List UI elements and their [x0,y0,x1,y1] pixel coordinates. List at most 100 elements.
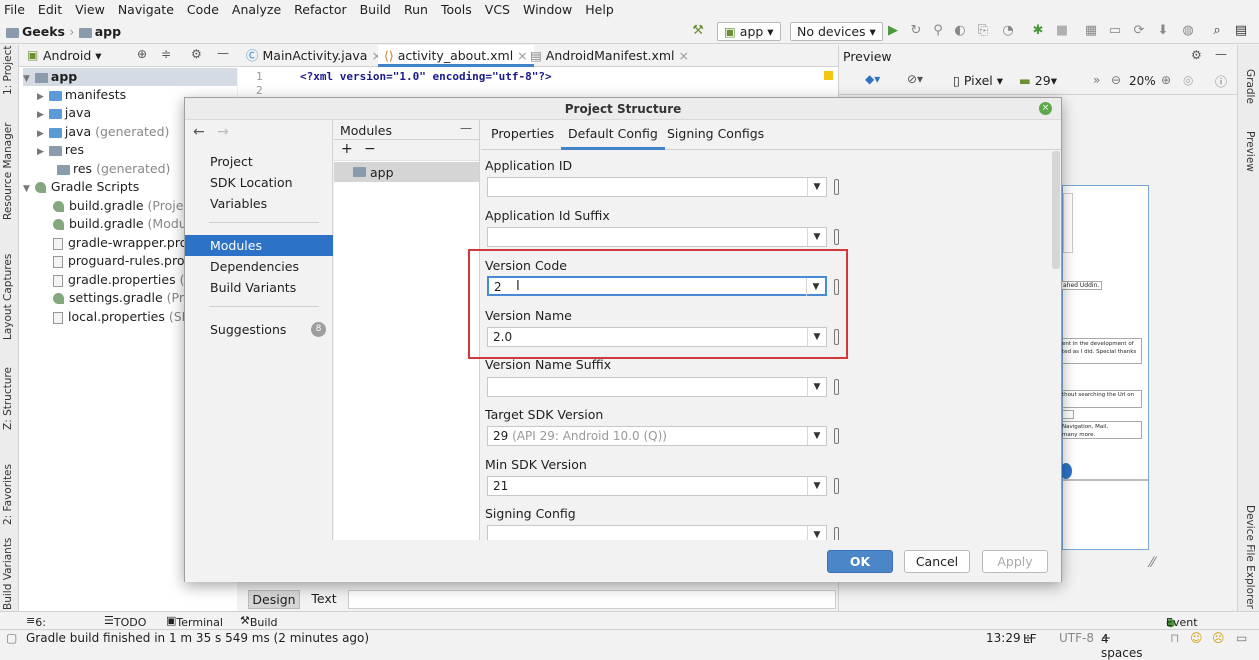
bracket-icon[interactable] [834,478,839,494]
tool-terminal[interactable]: ▣ Terminal [166,614,223,629]
tool-favorites[interactable]: 2: Favorites [2,464,14,525]
chevron-down-icon[interactable]: ▼ [807,427,826,445]
sdk-manager-icon[interactable]: ⬇ [1155,23,1171,39]
collapse-icon[interactable]: ≑ [161,47,171,61]
tab-signing-configs[interactable]: Signing Configs [660,120,771,150]
bracket-icon[interactable] [834,229,839,245]
tree-item-manifests[interactable]: ▶ manifests [37,86,126,104]
forward-arrow-icon[interactable]: → [217,124,229,140]
chevron-down-icon[interactable]: ▼ [807,178,826,196]
tool-logcat[interactable]: ≡ 6: Logcat [26,614,72,642]
bracket-icon[interactable] [834,428,839,444]
tree-item-java-generated[interactable]: ▶ java (generated) [37,123,169,141]
remove-icon[interactable]: − [364,141,376,157]
menu-vcs[interactable]: VCS [485,2,510,17]
device-select[interactable]: ▯ Pixel ▾ [953,73,1003,88]
tab-android-manifest[interactable]: ▤ AndroidManifest.xml × [524,45,695,67]
frown-icon[interactable]: ☹ [1212,631,1225,645]
tool-layout-captures[interactable]: Layout Captures [2,254,14,340]
chevron-down-icon[interactable]: ▼ [807,477,826,495]
layers-icon[interactable]: ◆▾ [865,72,880,86]
application-id-field[interactable]: ▼ [487,177,827,197]
back-arrow-icon[interactable]: ← [193,124,205,140]
tree-item-local-properties[interactable]: local.properties (SDK [53,308,200,326]
tree-item-build-gradle-module[interactable]: build.gradle (Module [53,215,198,233]
orientation-icon[interactable]: ⊘▾ [907,72,923,86]
menu-refactor[interactable]: Refactor [294,2,346,17]
chevron-down-icon[interactable]: ▼ [807,378,826,396]
bug-icon[interactable]: ✱ [1030,23,1046,39]
tool-resource-manager[interactable]: Resource Manager [2,122,14,220]
cancel-button[interactable]: Cancel [904,550,970,573]
bracket-icon[interactable] [834,179,839,195]
close-icon[interactable]: × [678,48,688,63]
tab-activity-about[interactable]: ⟨⟩ activity_about.xml × [378,45,534,67]
menu-window[interactable]: Window [523,2,572,17]
locate-icon[interactable]: ⊕ [137,47,147,61]
coverage-icon[interactable]: ◔ [1000,23,1016,39]
nav-sdk-location[interactable]: SDK Location [185,172,333,193]
api-select[interactable]: ▬ 29▾ [1019,73,1057,88]
tab-text[interactable]: Text [302,590,346,609]
menu-file[interactable]: File [4,2,25,17]
zoom-fit-icon[interactable]: ◎ [1183,73,1193,87]
gear-icon[interactable]: ⚙ [191,47,202,61]
tool-build-variants[interactable]: Build Variants [2,538,14,610]
chevron-down-icon[interactable]: ▼ [807,526,826,540]
minimize-icon[interactable]: — [1215,47,1227,61]
more-icon[interactable]: » [1093,73,1100,87]
nav-project[interactable]: Project [185,151,333,172]
menu-code[interactable]: Code [187,2,219,17]
tree-item-gradle-properties[interactable]: gradle.properties (Pr [53,271,197,289]
caret-position[interactable]: 13:29 [986,631,1021,645]
zoom-out-icon[interactable]: ⊖ [1111,73,1121,87]
breadcrumb-module[interactable]: app [95,24,121,39]
menu-navigate[interactable]: Navigate [118,2,174,17]
min-sdk-field[interactable]: 21 ▼ [487,476,827,496]
assistant-icon[interactable]: ▤ [1233,23,1249,39]
tree-item-gradle-scripts[interactable]: ▼ Gradle Scripts [23,178,139,196]
avd-manager-icon[interactable]: ▭ [1107,23,1123,39]
version-name-suffix-field[interactable]: ▼ [487,377,827,397]
nav-modules[interactable]: Modules [185,235,333,256]
menu-analyze[interactable]: Analyze [232,2,281,17]
scrollbar[interactable] [1052,151,1060,269]
tool-todo[interactable]: ☰ TODO [104,614,146,629]
layout-inspector-icon[interactable]: ◍ [1180,23,1196,39]
bracket-icon[interactable] [834,527,839,540]
run-config-select[interactable]: ▣ app ▾ [717,22,781,41]
tree-item-settings-gradle[interactable]: settings.gradle (Proje [53,289,203,307]
stop-icon[interactable]: ■ [1054,23,1070,39]
lock-icon[interactable]: ⊓ [1170,631,1179,645]
search-icon[interactable]: ⌕ [1209,23,1225,39]
resize-handle-icon[interactable]: ⁄⁄ [1150,555,1155,571]
attach-debugger-icon[interactable]: ⎘ [975,23,991,39]
code-editor[interactable]: 1 2 <?xml version="1.0" encoding="utf-8"… [238,67,838,97]
nav-build-variants[interactable]: Build Variants [185,277,333,298]
signing-config-field[interactable]: ▼ [487,525,827,540]
tool-device-file-explorer[interactable]: Device File Explorer [1244,505,1256,609]
tree-item-res[interactable]: ▶ res [37,141,84,159]
breadcrumb-project[interactable]: Geeks [22,24,65,39]
close-icon[interactable]: × [1039,102,1052,115]
status-toggle-icon[interactable]: ▢ [6,631,17,645]
tab-properties[interactable]: Properties [484,120,561,150]
tool-structure[interactable]: Z: Structure [2,367,14,430]
nav-variables[interactable]: Variables [185,193,333,214]
gear-icon[interactable]: ⚙ [1191,48,1202,62]
minimize-icon[interactable]: — [460,121,472,135]
tool-gradle[interactable]: Gradle [1244,69,1256,104]
tab-default-config[interactable]: Default Config [561,120,665,150]
chevron-down-icon[interactable]: ▼ [807,228,826,246]
menu-run[interactable]: Run [404,2,428,17]
scrollbar[interactable] [348,590,836,609]
run-icon[interactable]: ▶ [885,23,901,39]
ok-button[interactable]: OK [827,550,893,573]
file-encoding[interactable]: UTF-8 [1059,631,1094,645]
zoom-in-icon[interactable]: ⊕ [1161,73,1171,87]
apply-button[interactable]: Apply [982,550,1048,573]
apply-changes-icon[interactable]: ↻ [908,23,924,39]
smile-icon[interactable]: ☺ [1190,631,1203,645]
minimize-icon[interactable]: — [217,46,229,60]
tool-build[interactable]: ⚒ Build [240,614,278,629]
